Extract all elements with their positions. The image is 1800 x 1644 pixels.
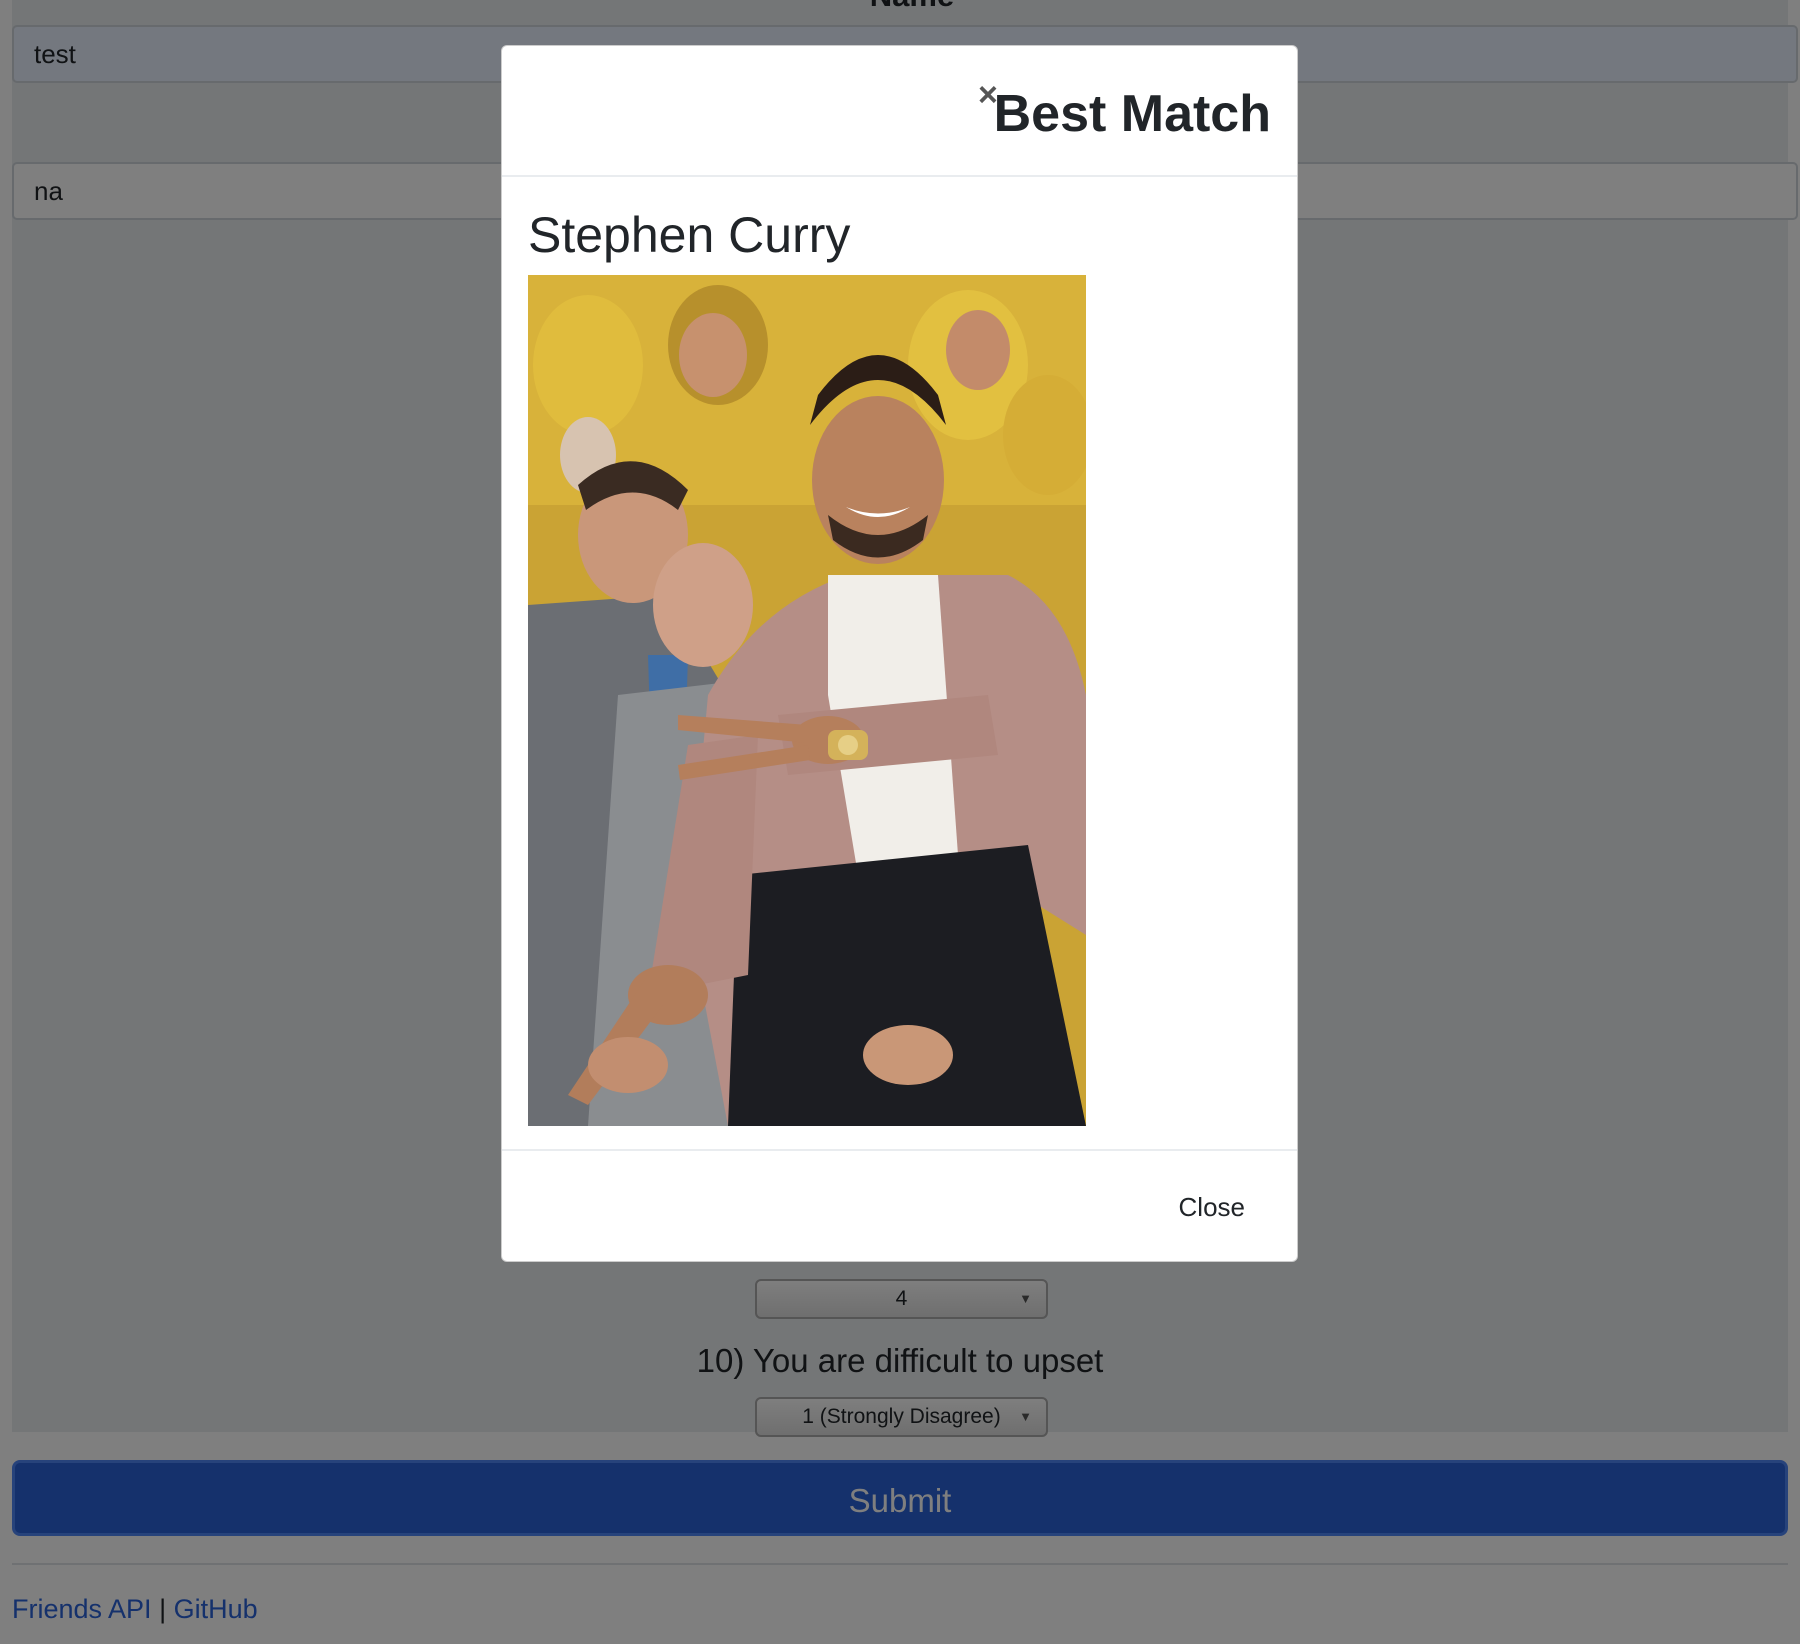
match-name: Stephen Curry	[528, 207, 851, 263]
modal-header: × Best Match	[502, 46, 1297, 177]
modal-footer-divider	[502, 1149, 1297, 1151]
best-match-modal: × Best Match Stephen Curry Close	[501, 45, 1298, 1262]
close-button[interactable]: Close	[1173, 1191, 1251, 1224]
modal-title: Best Match	[993, 85, 1271, 143]
match-photo	[528, 275, 1086, 1126]
